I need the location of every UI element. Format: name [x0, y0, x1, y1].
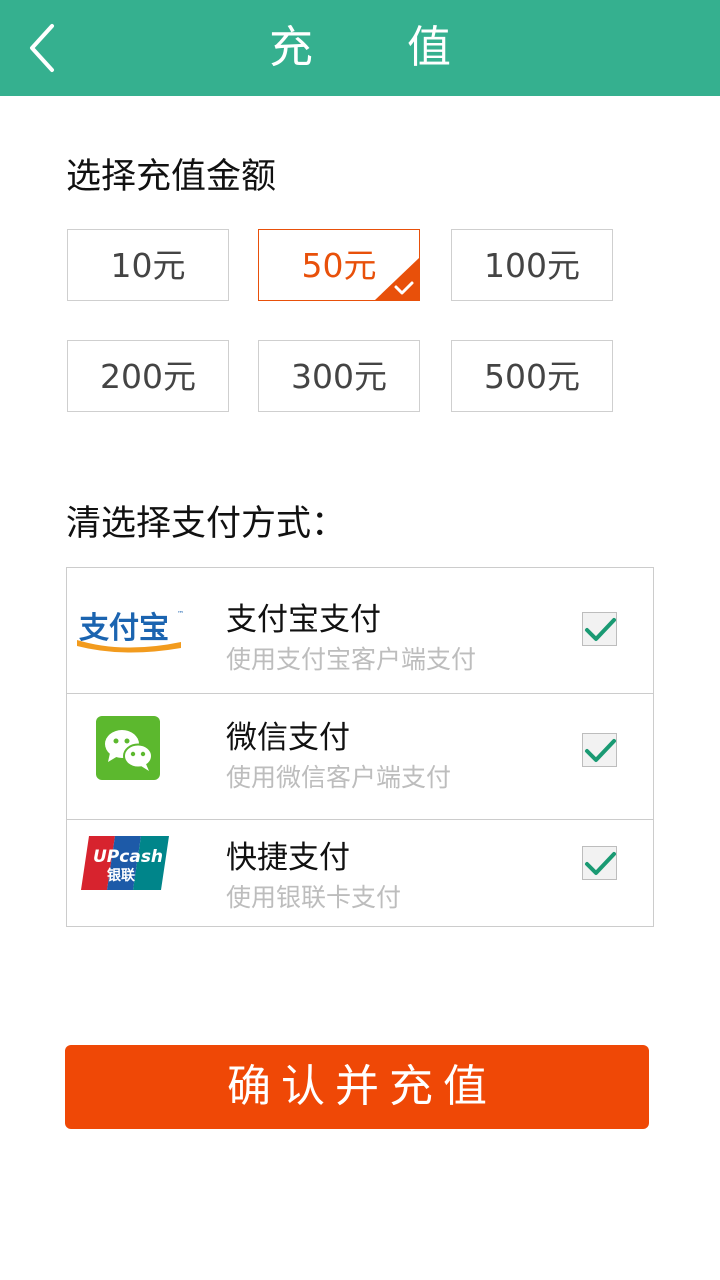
payment-method-alipay[interactable]: 支付宝 ™ 支付宝支付 使用支付宝客户端支付: [67, 568, 653, 694]
payment-method-description: 使用银联卡支付: [226, 883, 402, 912]
header-bar: 充 值: [0, 0, 720, 96]
amount-option-label: 10元: [110, 246, 186, 285]
payment-method-description: 使用微信客户端支付: [226, 763, 452, 792]
amount-option-200[interactable]: 200元: [67, 340, 229, 412]
payment-method-wechat[interactable]: 微信支付 使用微信客户端支付: [67, 694, 653, 820]
svg-text:UPcash: UPcash: [93, 847, 163, 867]
amount-option-10[interactable]: 10元: [67, 229, 229, 301]
amount-section-title: 选择充值金额: [66, 157, 277, 197]
alipay-checkbox[interactable]: [582, 612, 617, 646]
unionpay-logo-icon: UPcash 银联: [81, 836, 169, 890]
check-icon: [585, 739, 616, 762]
amount-option-label: 300元: [291, 357, 387, 396]
wechat-checkbox[interactable]: [582, 733, 617, 767]
page-title: 充 值: [269, 22, 491, 73]
amount-option-label: 500元: [484, 357, 580, 396]
payment-method-quickpay[interactable]: UPcash 银联 快捷支付 使用银联卡支付: [67, 820, 653, 926]
payment-method-description: 使用支付宝客户端支付: [226, 645, 477, 674]
payment-method-list: 支付宝 ™ 支付宝支付 使用支付宝客户端支付 微信支付 使用微信客户端支付 UP…: [66, 567, 654, 927]
amount-option-label: 200元: [100, 357, 196, 396]
svg-text:银联: 银联: [107, 867, 136, 884]
amount-option-label: 50元: [301, 246, 377, 285]
quickpay-checkbox[interactable]: [582, 846, 617, 880]
wechat-logo-icon: [96, 716, 160, 780]
check-icon: [585, 852, 616, 875]
payment-method-name: 支付宝支付: [226, 602, 381, 638]
amount-option-50[interactable]: 50元: [258, 229, 420, 301]
confirm-recharge-button[interactable]: 确认并充值: [65, 1045, 649, 1129]
payment-method-name: 微信支付: [226, 720, 350, 756]
selected-check-icon: [375, 258, 419, 300]
amount-option-500[interactable]: 500元: [451, 340, 613, 412]
amount-option-300[interactable]: 300元: [258, 340, 420, 412]
check-icon: [585, 618, 616, 641]
amount-option-label: 100元: [484, 246, 580, 285]
amount-option-100[interactable]: 100元: [451, 229, 613, 301]
payment-section-title: 清选择支付方式：: [66, 504, 347, 544]
svg-text:™: ™: [177, 610, 184, 618]
alipay-logo-icon: 支付宝 ™: [73, 602, 187, 658]
payment-method-name: 快捷支付: [226, 840, 350, 876]
svg-text:支付宝: 支付宝: [79, 611, 169, 646]
